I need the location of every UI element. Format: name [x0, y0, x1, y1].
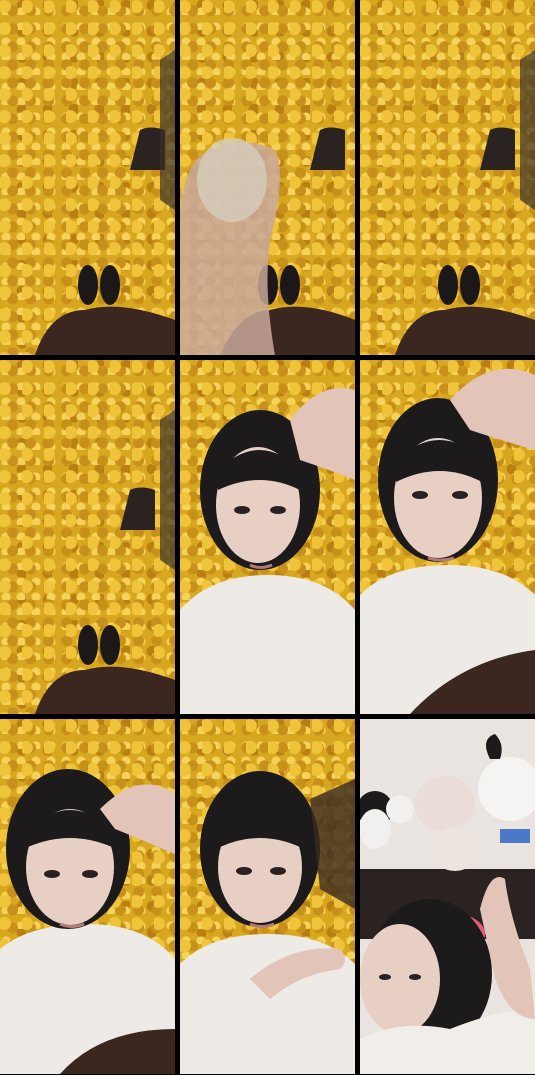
scene-selfie [180, 771, 355, 1074]
scene-feet [395, 50, 535, 355]
frame-2-finger-on-leaves [180, 0, 355, 355]
scene-room-plush [360, 719, 535, 1074]
frame-9-selfie-room [360, 719, 535, 1074]
scene-selfie [360, 368, 535, 714]
frame-8-selfie [180, 719, 355, 1074]
frame-3-feet-on-leaves [360, 0, 535, 355]
photo-grid [0, 0, 535, 1075]
frame-7-selfie [0, 719, 175, 1074]
scene-finger [180, 127, 355, 355]
scene-selfie [180, 388, 355, 714]
scene-feet [35, 410, 175, 714]
frame-5-selfie [180, 360, 355, 714]
frame-4-feet-on-leaves [0, 360, 175, 714]
scene-selfie [0, 769, 175, 1074]
scene-feet [35, 50, 175, 355]
frame-6-selfie [360, 360, 535, 714]
frame-1-feet-on-leaves [0, 0, 175, 355]
